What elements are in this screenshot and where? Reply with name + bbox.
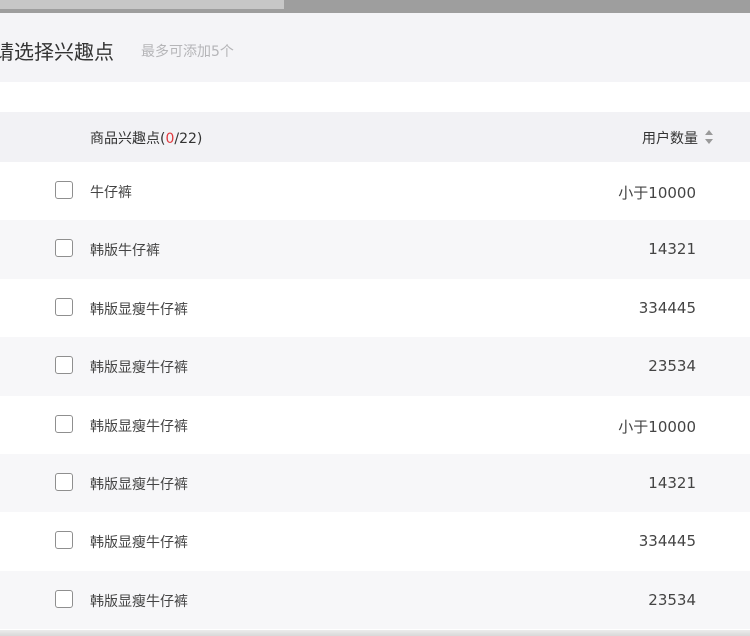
row-checkbox[interactable] [55, 356, 73, 375]
bottom-edge [0, 630, 750, 636]
row-checkbox[interactable] [55, 589, 73, 608]
row-checkbox[interactable] [55, 414, 73, 433]
table-row[interactable]: 韩版显瘦牛仔裤 23534 [0, 337, 750, 396]
interest-name: 韩版显瘦牛仔裤 [90, 593, 188, 610]
table-row[interactable]: 韩版显瘦牛仔裤 334445 [0, 279, 750, 337]
interest-name: 韩版显瘦牛仔裤 [90, 418, 188, 435]
user-count: 小于10000 [618, 184, 696, 202]
row-checkbox[interactable] [55, 297, 73, 316]
interest-name: 韩版显瘦牛仔裤 [90, 360, 188, 377]
user-count: 14321 [648, 473, 696, 492]
table-row[interactable]: 牛仔裤 小于10000 [0, 162, 750, 220]
dialog-title: 请选择兴趣点 [0, 40, 114, 64]
interest-name: 韩版牛仔裤 [90, 243, 160, 260]
header-spacer [0, 82, 750, 112]
table-row[interactable]: 韩版显瘦牛仔裤 23534 [0, 570, 750, 630]
table-row[interactable]: 韩版显瘦牛仔裤 小于10000 [0, 396, 750, 454]
window-top-bar [0, 0, 750, 13]
user-count: 小于10000 [618, 417, 696, 436]
row-checkbox[interactable] [55, 239, 73, 258]
user-count: 23534 [648, 590, 696, 609]
user-count: 334445 [638, 298, 696, 317]
top-tab-lip [0, 0, 284, 9]
dialog-header: 请选择兴趣点 最多可添加5个 [0, 13, 750, 82]
user-count: 23534 [648, 357, 696, 376]
users-column-header[interactable]: 用户数量 [642, 128, 698, 148]
interest-table: 商品兴趣点(0/22) 用户数量 牛仔裤 小于10000 韩版牛仔裤 14321 韩版显… [0, 112, 750, 630]
table-body: 牛仔裤 小于10000 韩版牛仔裤 14321 韩版显瘦牛仔裤 334445 韩版显瘦牛仔裤… [0, 162, 750, 630]
row-checkbox[interactable] [55, 531, 73, 550]
interest-column-header: 商品兴趣点(0/22) [90, 128, 202, 148]
row-checkbox[interactable] [55, 181, 73, 199]
sort-updown-icon[interactable] [704, 128, 714, 146]
interest-name: 牛仔裤 [90, 185, 132, 201]
table-row[interactable]: 韩版牛仔裤 14321 [0, 220, 750, 279]
user-count: 334445 [638, 532, 696, 551]
table-row[interactable]: 韩版显瘦牛仔裤 334445 [0, 512, 750, 570]
user-count: 14321 [648, 240, 696, 259]
interest-column-prefix: 商品兴趣点( [90, 131, 166, 147]
interest-name: 韩版显瘦牛仔裤 [90, 535, 188, 552]
interest-name: 韩版显瘦牛仔裤 [90, 476, 188, 493]
selection-limit-hint: 最多可添加5个 [141, 44, 234, 60]
interest-column-suffix: /22) [174, 131, 203, 147]
table-header: 商品兴趣点(0/22) 用户数量 [0, 112, 750, 162]
row-checkbox[interactable] [55, 472, 73, 491]
table-row[interactable]: 韩版显瘦牛仔裤 14321 [0, 453, 750, 513]
interest-name: 韩版显瘦牛仔裤 [90, 301, 188, 318]
